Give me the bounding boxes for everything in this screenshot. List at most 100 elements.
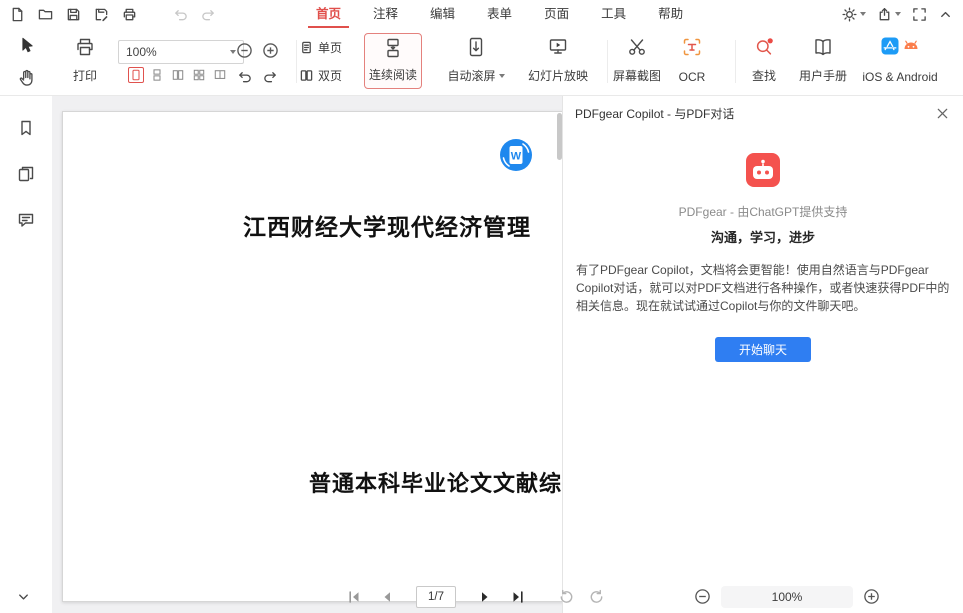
document-heading: 江西财经大学现代经济管理: [243, 208, 531, 242]
single-page-label: 单页: [318, 39, 342, 56]
word-converter-icon[interactable]: W: [499, 138, 533, 172]
prev-page-button[interactable]: [379, 589, 395, 605]
chevron-down-icon: [895, 12, 901, 16]
notification-dot: [768, 38, 773, 43]
zoom-level[interactable]: 100%: [721, 586, 853, 608]
auto-scroll-label: 自动滚屏: [447, 67, 495, 84]
redo-button[interactable]: [199, 5, 218, 24]
user-manual-button[interactable]: 用户手册: [794, 33, 852, 89]
thumbnails-panel-button[interactable]: [14, 162, 38, 186]
layout-facing-button[interactable]: [170, 67, 186, 83]
next-page-button[interactable]: [477, 589, 493, 605]
continuous-reading-icon: [383, 38, 403, 58]
zoom-select[interactable]: 100%: [118, 40, 244, 64]
document-viewport: W 江西财经大学现代经济管理 普通本科毕业论文文献综: [52, 96, 563, 613]
slideshow-icon: [548, 37, 568, 57]
collapse-statusbar-button[interactable]: [16, 589, 31, 604]
tab-tools[interactable]: 工具: [585, 0, 642, 28]
continuous-reading-button[interactable]: 连续阅读: [364, 33, 422, 89]
new-file-button[interactable]: [8, 5, 27, 24]
comments-panel-button[interactable]: [14, 208, 38, 232]
pdf-page: W 江西财经大学现代经济管理 普通本科毕业论文文献综: [62, 111, 563, 602]
undo-icon: [173, 7, 188, 22]
page-mode-buttons: 单页 双页: [300, 33, 362, 89]
print-button[interactable]: 打印: [58, 33, 112, 89]
svg-text:W: W: [511, 151, 522, 163]
first-page-button[interactable]: [346, 589, 362, 605]
user-manual-label: 用户手册: [799, 67, 847, 84]
pointer-tools: [0, 28, 52, 94]
save-button[interactable]: [64, 5, 83, 24]
layout-grid-button[interactable]: [191, 67, 207, 83]
ocr-label: OCR: [679, 70, 706, 84]
mobile-apps-label: iOS & Android: [862, 70, 937, 84]
single-page-icon: [300, 41, 313, 54]
find-button[interactable]: 查找: [740, 33, 788, 89]
ribbon-tabs: 首页 注释 编辑 表单 页面 工具 帮助: [300, 0, 699, 28]
zoom-out-status-button[interactable]: [694, 588, 711, 605]
mobile-app-icons: [881, 37, 920, 55]
auto-scroll-button[interactable]: 自动滚屏: [436, 33, 516, 89]
close-copilot-button[interactable]: [933, 104, 951, 122]
tab-home[interactable]: 首页: [300, 0, 357, 28]
mobile-apps-button[interactable]: iOS & Android: [854, 33, 946, 89]
zoom-in-button[interactable]: [262, 42, 279, 59]
tab-page[interactable]: 页面: [528, 0, 585, 28]
collapse-ribbon-button[interactable]: [938, 7, 953, 22]
select-tool-button[interactable]: [14, 33, 38, 57]
last-page-button[interactable]: [510, 589, 526, 605]
screenshot-button[interactable]: 屏幕截图: [610, 33, 664, 89]
double-page-button[interactable]: 双页: [300, 67, 362, 84]
rotate-cw-icon: [263, 69, 278, 84]
cursor-icon: [17, 36, 35, 54]
hand-icon: [17, 68, 36, 87]
zoom-out-button[interactable]: [236, 42, 253, 59]
save-as-button[interactable]: [92, 5, 111, 24]
theme-button[interactable]: [842, 7, 866, 22]
rotate-left-button[interactable]: [236, 68, 252, 84]
layout-book-button[interactable]: [212, 67, 228, 83]
prev-page-icon: [379, 589, 395, 605]
quick-print-button[interactable]: [120, 5, 139, 24]
chevron-down-icon: [860, 12, 866, 16]
rotate-page-cw-button[interactable]: [588, 588, 605, 605]
grid-layout-icon: [193, 69, 205, 81]
rotate-ccw-icon: [237, 69, 252, 84]
bookmarks-panel-button[interactable]: [14, 116, 38, 140]
printer-icon: [122, 7, 137, 22]
hand-tool-button[interactable]: [14, 66, 38, 90]
page-navigation: 1/7: [346, 586, 526, 608]
layout-single-button[interactable]: [128, 67, 144, 83]
tab-annotate[interactable]: 注释: [357, 0, 414, 28]
rotate-ccw-icon: [558, 588, 575, 605]
tab-edit[interactable]: 编辑: [414, 0, 471, 28]
ocr-button[interactable]: OCR: [668, 33, 716, 89]
slideshow-button[interactable]: 幻灯片放映: [518, 33, 598, 89]
share-button[interactable]: [877, 7, 901, 22]
next-page-icon: [477, 589, 493, 605]
start-chat-button[interactable]: 开始聊天: [715, 337, 811, 362]
fullscreen-button[interactable]: [912, 7, 927, 22]
layout-continuous-button[interactable]: [149, 67, 165, 83]
comment-icon: [17, 211, 35, 229]
zoom-status-controls: 100%: [694, 586, 880, 608]
zoom-in-status-button[interactable]: [863, 588, 880, 605]
rotate-page-ccw-button[interactable]: [558, 588, 575, 605]
open-file-button[interactable]: [36, 5, 55, 24]
minus-circle-icon: [694, 588, 711, 605]
copilot-robot-icon: [563, 152, 963, 191]
undo-button[interactable]: [171, 5, 190, 24]
pdfgear-window: 首页 注释 编辑 表单 页面 工具 帮助: [0, 0, 963, 613]
tab-help[interactable]: 帮助: [642, 0, 699, 28]
chevron-up-icon: [938, 7, 953, 22]
copilot-header: PDFgear Copilot - 与PDF对话: [563, 96, 963, 130]
tab-form[interactable]: 表单: [471, 0, 528, 28]
double-page-icon: [300, 69, 313, 82]
printer-icon: [75, 37, 95, 57]
copilot-title: PDFgear Copilot - 与PDF对话: [575, 105, 734, 122]
rotate-right-button[interactable]: [262, 68, 278, 84]
page-indicator[interactable]: 1/7: [416, 586, 456, 608]
single-page-button[interactable]: 单页: [300, 39, 362, 56]
new-file-icon: [10, 7, 25, 22]
search-icon: [754, 37, 774, 57]
